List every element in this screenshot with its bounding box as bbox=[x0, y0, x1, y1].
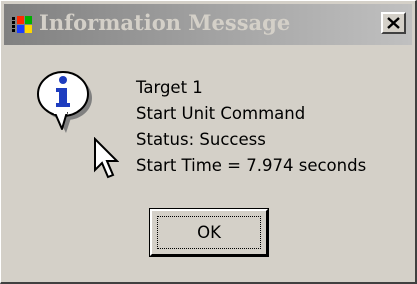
focus-ring bbox=[157, 216, 261, 249]
message-line-command: Start Unit Command bbox=[136, 104, 306, 123]
ok-button[interactable]: OK bbox=[149, 208, 269, 257]
title-bar[interactable]: Information Message bbox=[4, 4, 412, 45]
mouse-pointer-icon bbox=[94, 137, 119, 179]
information-icon bbox=[37, 71, 92, 133]
close-button[interactable] bbox=[381, 12, 406, 34]
information-message-dialog: Information Message Target 1 Start Unit … bbox=[0, 0, 417, 284]
windows-flag-icon bbox=[12, 16, 32, 33]
close-icon bbox=[387, 17, 400, 29]
window-title: Information Message bbox=[39, 10, 291, 35]
message-line-target: Target 1 bbox=[136, 78, 203, 97]
message-text: Target 1 Start Unit Command Status: Succ… bbox=[136, 75, 366, 179]
message-line-start-time: Start Time = 7.974 seconds bbox=[136, 156, 367, 175]
message-line-status: Status: Success bbox=[136, 130, 266, 149]
